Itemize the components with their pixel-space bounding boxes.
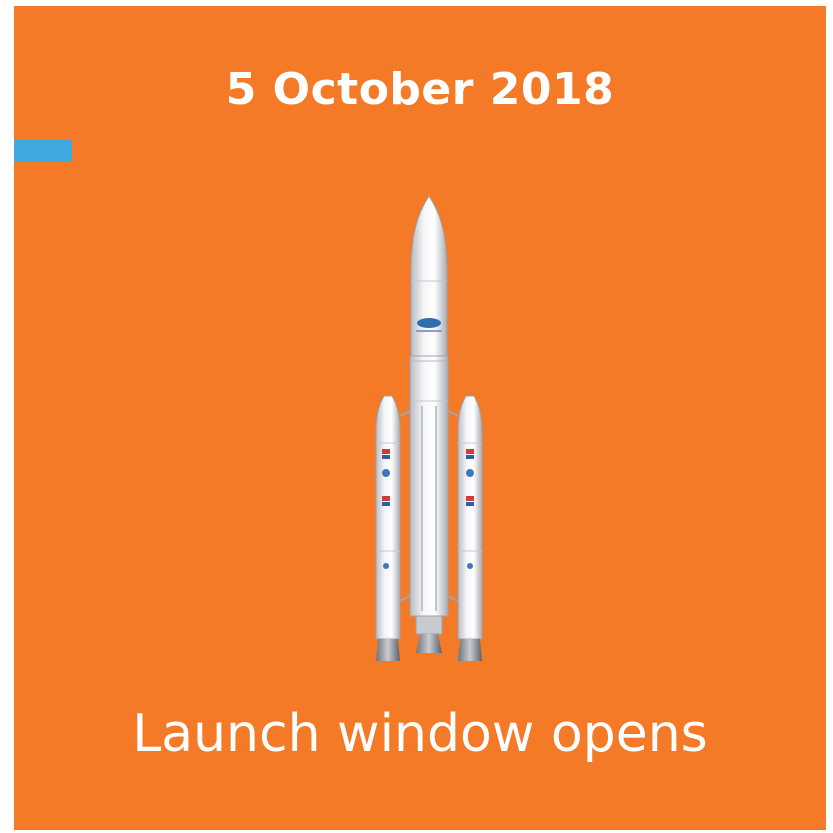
poster-card: 5 October 2018 Launch window opens xyxy=(14,6,826,830)
rocket-launcher-icon xyxy=(375,195,483,661)
launch-date: 5 October 2018 xyxy=(225,64,615,115)
caption: Launch window opens xyxy=(132,704,708,764)
accent-bar xyxy=(14,140,72,162)
